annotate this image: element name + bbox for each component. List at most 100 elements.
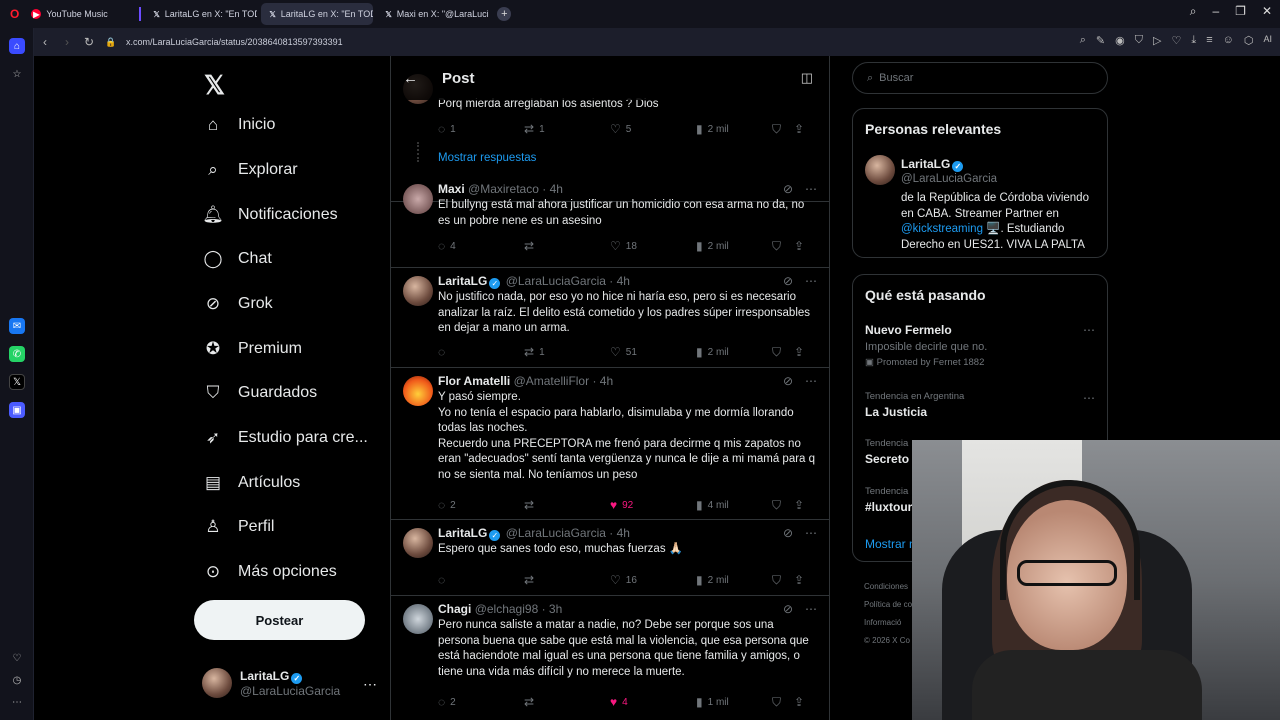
retweet-action[interactable]: ⇄ 1 bbox=[524, 345, 610, 359]
like-action[interactable]: ♡ 51 bbox=[610, 345, 696, 359]
share-action[interactable]: ⇪ bbox=[794, 345, 804, 359]
avatar[interactable] bbox=[403, 184, 433, 214]
nav-more[interactable]: ⊙ Más opciones bbox=[202, 561, 337, 583]
camera-icon[interactable]: ◉ bbox=[1115, 34, 1125, 47]
author-handle[interactable]: @LaraLuciaGarcia bbox=[506, 526, 606, 540]
retweet-action[interactable]: ⇄ bbox=[524, 498, 610, 512]
post-time[interactable]: · 4h bbox=[592, 374, 613, 388]
nav-articles[interactable]: ▤ Artículos bbox=[202, 472, 300, 494]
tab-laritalg-active[interactable]: 𝕏 LaritaLG en X: "En TODAS bbox=[261, 3, 374, 25]
more-icon[interactable]: ⋯ bbox=[1083, 323, 1095, 337]
share-action[interactable]: ⇪ bbox=[794, 498, 804, 512]
retweet-action[interactable]: ⇄ bbox=[524, 573, 610, 587]
bookmark-action[interactable]: ⛉ bbox=[772, 345, 794, 360]
star-icon[interactable]: ☆ bbox=[9, 66, 25, 82]
heart-icon[interactable]: ♡ bbox=[1171, 34, 1181, 47]
reply-item[interactable]: Chagi @elchagi98 · 3h ⊘ ⋯ Pero nunca sali… bbox=[391, 596, 829, 720]
avatar[interactable] bbox=[403, 376, 433, 406]
download-icon[interactable]: ⤓ bbox=[1191, 34, 1196, 47]
retweet-action[interactable]: ⇄ 1 bbox=[524, 122, 610, 136]
nav-explore[interactable]: ⌕ Explorar bbox=[202, 159, 297, 181]
reply-item[interactable]: Flor Amatelli @AmatelliFlor · 4h ⊘ ⋯ Y pa… bbox=[391, 368, 829, 520]
share-action[interactable]: ⇪ bbox=[794, 239, 804, 253]
views-action[interactable]: ▮ 4 mil bbox=[696, 498, 772, 512]
avatar[interactable] bbox=[865, 155, 895, 185]
heart-icon[interactable]: ♡ bbox=[9, 650, 25, 666]
reload-icon[interactable]: ↻ bbox=[78, 35, 100, 49]
ai-button[interactable]: AI bbox=[1263, 34, 1272, 47]
like-action[interactable]: ♡ 5 bbox=[610, 122, 696, 136]
nav-notifications[interactable]: 🔔︎ Notificaciones bbox=[202, 204, 337, 226]
author-handle[interactable]: @elchagi98 bbox=[475, 602, 539, 616]
post-time[interactable]: · 4h bbox=[609, 274, 630, 288]
reply-action[interactable]: ◌ 2 bbox=[438, 498, 524, 512]
bookmark-action[interactable]: ⛉ bbox=[772, 122, 794, 137]
grok-icon[interactable]: ⊘ bbox=[783, 526, 793, 540]
more-icon[interactable]: ⋯ bbox=[805, 274, 817, 288]
app-icon[interactable]: ▣ bbox=[9, 402, 25, 418]
x-logo-icon[interactable]: 𝕏 bbox=[204, 70, 225, 101]
views-action[interactable]: ▮ 2 mil bbox=[696, 239, 772, 253]
author-handle[interactable]: @LaraLuciaGarcia bbox=[506, 274, 606, 288]
reader-mode-icon[interactable]: ◫ bbox=[801, 70, 813, 86]
search-input[interactable]: ⌕ Buscar bbox=[852, 62, 1108, 94]
more-icon[interactable]: ⋯ bbox=[1083, 391, 1095, 405]
more-icon[interactable]: ⋯ bbox=[363, 676, 377, 693]
reply-item[interactable]: Maxi @Maxiretaco · 4h ⊘ ⋯ El bullyng está… bbox=[391, 176, 829, 268]
reply-item[interactable]: LaritaLG ✓ @LaraLuciaGarcia · 4h ⊘ ⋯ Esper… bbox=[391, 520, 829, 596]
author-handle[interactable]: @AmatelliFlor bbox=[514, 374, 590, 388]
zoom-icon[interactable]: ⌕ bbox=[1080, 34, 1086, 47]
reply-action[interactable]: ◌ bbox=[438, 573, 524, 587]
footer-link[interactable]: Informació bbox=[864, 614, 912, 632]
avatar[interactable] bbox=[403, 604, 433, 634]
url-field[interactable]: x.com/LaraLuciaGarcia/status/20386408135… bbox=[126, 37, 343, 47]
grok-icon[interactable]: ⊘ bbox=[783, 602, 793, 616]
trend-item[interactable]: Nuevo Fermelo Imposible decirle que no. … bbox=[865, 323, 1095, 368]
avatar[interactable] bbox=[403, 528, 433, 558]
footer-link[interactable]: Política de co bbox=[864, 596, 912, 614]
nav-premium[interactable]: ✪ Premium bbox=[202, 338, 302, 360]
nav-creator-studio[interactable]: ➶ Estudio para cre... bbox=[202, 427, 368, 449]
reply-action[interactable]: ◌ 4 bbox=[438, 239, 524, 253]
views-action[interactable]: ▮ 2 mil bbox=[696, 573, 772, 587]
views-action[interactable]: ▮ 1 mil bbox=[696, 695, 772, 709]
share-action[interactable]: ⇪ bbox=[794, 122, 804, 136]
home-icon[interactable]: ⌂ bbox=[9, 38, 25, 54]
author-name[interactable]: LaritaLG bbox=[438, 274, 487, 288]
whatsapp-icon[interactable]: ✆ bbox=[9, 346, 25, 362]
forward-icon[interactable]: › bbox=[56, 35, 78, 49]
back-arrow-icon[interactable]: ← bbox=[403, 70, 418, 87]
trend-item[interactable]: Tendencia en Argentina La Justicia ⋯ bbox=[865, 391, 1095, 419]
account-switcher[interactable]: LaritaLG ✓ @LaraLuciaGarcia ⋯ bbox=[202, 668, 377, 698]
reply-item[interactable]: LaritaLG ✓ @LaraLuciaGarcia · 4h ⊘ ⋯ No ju… bbox=[391, 268, 829, 368]
bookmark-action[interactable]: ⛉ bbox=[772, 498, 794, 513]
tab-laritalg-1[interactable]: 𝕏 LaritaLG en X: "En TODAS bbox=[145, 3, 257, 25]
share-action[interactable]: ⇪ bbox=[794, 695, 804, 709]
like-action[interactable]: ♥ 4 bbox=[610, 695, 696, 709]
more-icon[interactable]: ⋯ bbox=[805, 602, 817, 616]
shield-icon[interactable]: ⛉ bbox=[1135, 34, 1143, 47]
history-icon[interactable]: ◷ bbox=[9, 672, 25, 688]
relevant-name[interactable]: LaritaLG bbox=[901, 157, 950, 171]
post-button[interactable]: Postear bbox=[194, 600, 365, 640]
views-action[interactable]: ▮ 2 mil bbox=[696, 345, 772, 359]
author-name[interactable]: Chagi bbox=[438, 602, 471, 616]
share-action[interactable]: ⇪ bbox=[794, 573, 804, 587]
messenger-icon[interactable]: ✉ bbox=[9, 318, 25, 334]
bookmark-action[interactable]: ⛉ bbox=[772, 239, 794, 254]
retweet-action[interactable]: ⇄ bbox=[524, 695, 610, 709]
search-tabs-icon[interactable]: ⌕ bbox=[1190, 4, 1197, 19]
nav-chat[interactable]: ◯ Chat bbox=[202, 248, 271, 270]
author-name[interactable]: Flor Amatelli bbox=[438, 374, 510, 388]
post-time[interactable]: · 4h bbox=[542, 182, 563, 196]
bookmark-action[interactable]: ⛉ bbox=[772, 573, 794, 588]
bookmark-action[interactable]: ⛉ bbox=[772, 695, 794, 710]
post-time[interactable]: · 4h bbox=[609, 526, 630, 540]
more-icon[interactable]: ⋯ bbox=[805, 182, 817, 196]
more-icon[interactable]: ⋯ bbox=[9, 694, 25, 710]
close-icon[interactable]: ✕ bbox=[1262, 4, 1272, 19]
edit-icon[interactable]: ✎ bbox=[1096, 34, 1105, 47]
tab-youtube-music[interactable]: ▶ YouTube Music bbox=[23, 3, 133, 25]
like-action[interactable]: ♥ 92 bbox=[610, 498, 696, 512]
like-action[interactable]: ♡ 18 bbox=[610, 239, 696, 253]
